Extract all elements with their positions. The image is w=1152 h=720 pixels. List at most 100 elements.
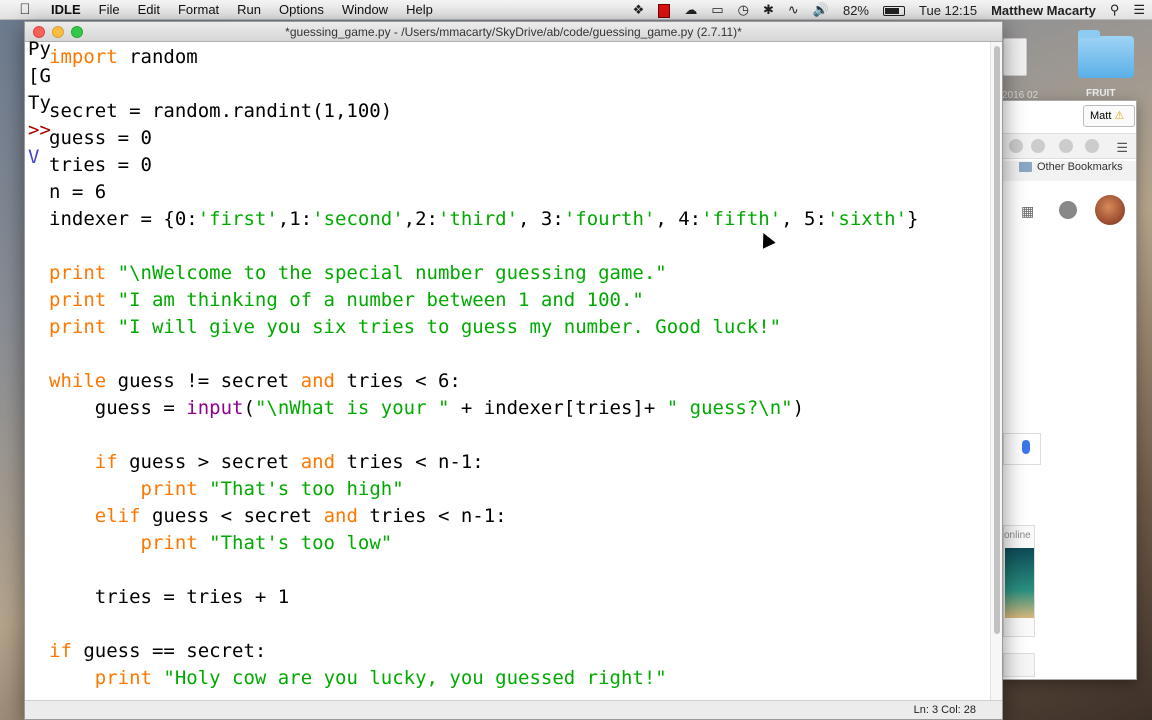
menu-run[interactable]: Run: [228, 2, 270, 17]
bluetooth-icon[interactable]: ✱: [763, 2, 774, 18]
code-line[interactable]: print "I will give you six tries to gues…: [49, 314, 989, 341]
menu-window[interactable]: Window: [333, 2, 397, 17]
notifications-icon[interactable]: [1059, 201, 1077, 219]
time-machine-icon[interactable]: ◷: [738, 2, 749, 18]
dropbox-icon[interactable]: ❖: [633, 2, 645, 18]
string-token: "That's too high": [209, 478, 404, 500]
code-line[interactable]: [49, 422, 989, 449]
cloud-icon[interactable]: ☁: [684, 2, 697, 18]
keyword-token: if: [49, 640, 72, 662]
code-token: ,2:: [403, 208, 438, 230]
extension-icon-2[interactable]: [1059, 139, 1073, 153]
code-line[interactable]: print "\nWelcome to the special number g…: [49, 260, 989, 287]
window-titlebar[interactable]: *guessing_game.py - /Users/mmacarty/SkyD…: [25, 22, 1002, 42]
code-token: secret = random.randint(1,100): [49, 100, 393, 122]
code-line[interactable]: n = 6: [49, 179, 989, 206]
bookmark-folder-icon: [1019, 162, 1032, 173]
other-bookmarks[interactable]: Other Bookmarks: [1037, 161, 1123, 173]
keyword-token: print: [94, 667, 152, 689]
menu-bar:  IDLE File Edit Format Run Options Wind…: [0, 0, 1152, 20]
code-text[interactable]: import random secret = random.randint(1,…: [49, 44, 989, 692]
code-line[interactable]: elif guess < secret and tries < n-1:: [49, 503, 989, 530]
code-line[interactable]: [49, 557, 989, 584]
code-line[interactable]: [49, 233, 989, 260]
menu-app-name[interactable]: IDLE: [42, 2, 90, 17]
string-token: "I am thinking of a number between 1 and…: [117, 289, 644, 311]
keyword-token: print: [140, 532, 198, 554]
user-name[interactable]: Matthew Macarty: [991, 3, 1096, 18]
scrollbar-thumb[interactable]: [994, 46, 1000, 634]
string-token: "Holy cow are you lucky, you guessed rig…: [163, 667, 667, 689]
code-line[interactable]: [49, 341, 989, 368]
code-line[interactable]: if guess > secret and tries < n-1:: [49, 449, 989, 476]
extension-icon-3[interactable]: [1085, 139, 1099, 153]
code-line[interactable]: if guess == secret:: [49, 638, 989, 665]
code-token: tries < n-1:: [357, 505, 507, 527]
code-line[interactable]: print "Holy cow are you lucky, you guess…: [49, 665, 989, 692]
menu-edit[interactable]: Edit: [129, 2, 169, 17]
chrome-profile-button[interactable]: Matt ⚠: [1083, 105, 1135, 127]
keyword-token: and: [300, 370, 335, 392]
desktop-folder-icon[interactable]: [1078, 30, 1134, 78]
string-token: 'first': [197, 208, 278, 230]
keyword-token: and: [300, 451, 336, 473]
code-line[interactable]: [49, 611, 989, 638]
apple-menu-icon[interactable]: : [14, 1, 36, 18]
thumbnail-tile[interactable]: online: [1003, 525, 1035, 637]
thumbnail-label: online: [1004, 530, 1031, 541]
search-box[interactable]: [1003, 433, 1041, 465]
window-title: *guessing_game.py - /Users/mmacarty/SkyD…: [285, 25, 742, 39]
spotlight-icon[interactable]: ⚲: [1110, 2, 1120, 18]
microphone-icon[interactable]: [1022, 440, 1030, 454]
menu-format[interactable]: Format: [169, 2, 228, 17]
string-token: 'sixth': [826, 208, 908, 230]
menu-options[interactable]: Options: [270, 2, 333, 17]
code-token: guess > secret: [117, 451, 301, 473]
string-token: "That's too low": [209, 532, 393, 554]
volume-icon[interactable]: 🔊: [813, 2, 829, 18]
menu-file[interactable]: File: [90, 2, 129, 17]
string-token: "\nWhat is your ": [254, 397, 450, 419]
code-line[interactable]: print "That's too high": [49, 476, 989, 503]
keyword-token: elif: [94, 505, 141, 527]
code-line[interactable]: guess = 0: [49, 125, 989, 152]
extension-icon[interactable]: [1009, 139, 1023, 153]
airplay-icon[interactable]: ▭: [711, 2, 723, 18]
code-line[interactable]: print "That's too low": [49, 530, 989, 557]
code-line[interactable]: while guess != secret and tries < 6:: [49, 368, 989, 395]
code-token: ): [792, 397, 805, 419]
wifi-icon[interactable]: ∿: [788, 2, 799, 18]
code-editor[interactable]: import random secret = random.randint(1,…: [25, 42, 990, 701]
notification-center-icon[interactable]: ☰: [1133, 2, 1145, 18]
apps-grid-icon[interactable]: ▦: [1021, 203, 1034, 220]
code-line[interactable]: [49, 71, 989, 98]
builtin-token: input: [186, 397, 244, 419]
keyword-token: print: [49, 316, 107, 338]
code-line[interactable]: secret = random.randint(1,100): [49, 98, 989, 125]
thumbnail-tile-2[interactable]: [1003, 653, 1035, 677]
menu-help[interactable]: Help: [397, 2, 442, 17]
code-token: random: [117, 46, 198, 68]
code-line[interactable]: print "I am thinking of a number between…: [49, 287, 989, 314]
keyword-token: print: [49, 262, 107, 284]
code-line[interactable]: indexer = {0:'first',1:'second',2:'third…: [49, 206, 989, 233]
battery-icon[interactable]: [883, 3, 905, 18]
code-line[interactable]: import random: [49, 44, 989, 71]
desktop-document-icon[interactable]: [1003, 38, 1027, 76]
chrome-menu-icon[interactable]: ☰: [1116, 140, 1128, 156]
code-line[interactable]: tries = 0: [49, 152, 989, 179]
keyword-token: while: [49, 370, 107, 392]
shell-line: V: [28, 146, 40, 168]
code-line[interactable]: tries = tries + 1: [49, 584, 989, 611]
vertical-scrollbar[interactable]: [990, 42, 1002, 701]
shell-line: [G: [28, 65, 51, 87]
code-token: guess != secret: [106, 370, 301, 392]
battery-percent[interactable]: 82%: [843, 3, 869, 18]
code-line[interactable]: guess = input("\nWhat is your " + indexe…: [49, 395, 989, 422]
avatar[interactable]: [1095, 195, 1125, 225]
gmail-extension-icon[interactable]: [1031, 139, 1045, 153]
clock[interactable]: Tue 12:15: [919, 3, 977, 18]
recording-icon[interactable]: [658, 2, 671, 18]
